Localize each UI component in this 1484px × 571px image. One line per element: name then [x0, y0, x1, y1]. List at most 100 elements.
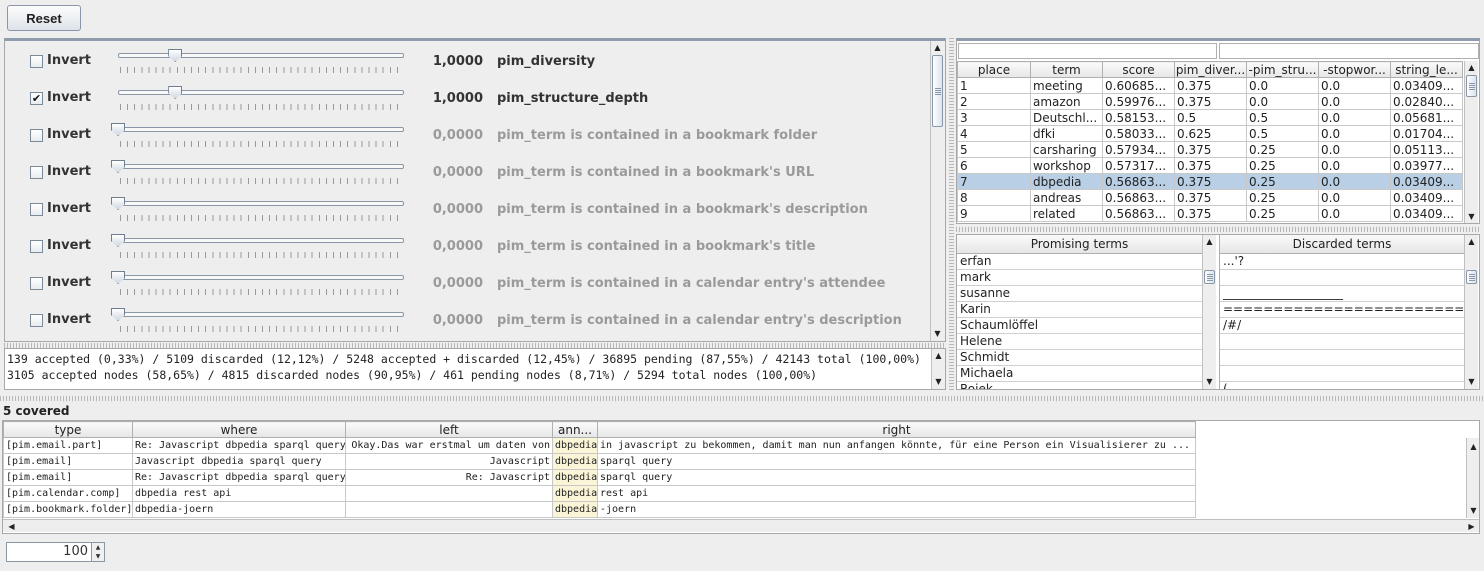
column-header[interactable]: left	[345, 421, 553, 438]
scroll-down-icon[interactable]: ▼	[1467, 504, 1479, 517]
promising-terms-list[interactable]: Promising terms erfan mark susanne Karin Sch…	[957, 235, 1202, 389]
table-row[interactable]: 1 meeting 0.60685... 0.375 0.0 0.0 0.03409...	[957, 77, 1463, 94]
vertical-splitter[interactable]	[949, 38, 954, 390]
table-cell[interactable]: 0.57317...	[1102, 157, 1175, 174]
promising-term-item[interactable]: erfan	[957, 254, 1202, 270]
scroll-thumb[interactable]	[1204, 270, 1215, 284]
scroll-up-icon[interactable]: ▲	[1465, 61, 1478, 74]
table-cell[interactable]: 8	[957, 189, 1031, 206]
table-cell[interactable]: Okay.Das war erstmal um daten von	[345, 437, 553, 454]
invert-checkbox[interactable]	[30, 277, 43, 290]
table-cell[interactable]: [pim.calendar.comp]	[3, 485, 133, 502]
discarded-term-item[interactable]	[1220, 350, 1464, 366]
filter-input-right[interactable]	[1219, 43, 1479, 59]
table-cell[interactable]: dbpedia	[552, 453, 598, 470]
scroll-thumb[interactable]	[1466, 270, 1477, 284]
discarded-term-item[interactable]: (	[1220, 382, 1464, 389]
weight-slider-track[interactable]	[118, 127, 404, 132]
table-row[interactable]: 5 carsharing 0.57934... 0.375 0.25 0.0 0.05113…	[957, 141, 1463, 158]
filter-input-left[interactable]	[958, 43, 1217, 59]
weight-slider-thumb[interactable]	[111, 308, 125, 321]
spinner-down-icon[interactable]: ▼	[92, 552, 104, 561]
table-row[interactable]: 7 dbpedia 0.56863... 0.375 0.25 0.0 0.03409...	[957, 173, 1463, 190]
table-cell[interactable]: 0.59976...	[1102, 93, 1175, 110]
table-cell[interactable]: 0.03977...	[1390, 157, 1463, 174]
scroll-up-icon[interactable]: ▲	[1465, 235, 1478, 248]
table-cell[interactable]: 0.25	[1246, 189, 1319, 206]
spinner-buttons[interactable]: ▲ ▼	[91, 542, 105, 562]
table-cell[interactable]: 0.5	[1246, 125, 1319, 142]
spinner-up-icon[interactable]: ▲	[92, 543, 104, 552]
table-cell[interactable]: 5	[957, 141, 1031, 158]
table-row[interactable]: [pim.email] Re: Javascript dbpedia sparql…	[3, 469, 1196, 486]
table-row[interactable]: 4 dfki 0.58033... 0.625 0.5 0.0 0.01704...	[957, 125, 1463, 142]
invert-checkbox[interactable]	[30, 203, 43, 216]
table-cell[interactable]: 0.5	[1174, 109, 1247, 126]
table-cell[interactable]: 0.25	[1246, 173, 1319, 190]
column-header[interactable]: score	[1102, 61, 1175, 78]
scroll-down-icon[interactable]: ▼	[1465, 210, 1478, 223]
table-cell[interactable]: 9	[957, 205, 1031, 222]
weight-slider-track[interactable]	[118, 201, 404, 206]
table-cell[interactable]: 0.375	[1174, 173, 1247, 190]
table-cell[interactable]	[345, 485, 553, 502]
discarded-term-item[interactable]	[1220, 366, 1464, 382]
weight-slider-thumb[interactable]	[168, 86, 183, 99]
table-cell[interactable]: Re: Javascript	[345, 469, 553, 486]
table-cell[interactable]: [pim.bookmark.folder]	[3, 501, 133, 518]
table-cell[interactable]: 0.625	[1174, 125, 1247, 142]
table-cell[interactable]: 0.03409...	[1390, 205, 1463, 222]
column-header[interactable]: ann...	[552, 421, 598, 438]
table-cell[interactable]: 0.0	[1318, 77, 1391, 94]
table-cell[interactable]: 0.60685...	[1102, 77, 1175, 94]
weight-slider-track[interactable]	[118, 238, 404, 243]
table-cell[interactable]: dbpedia	[552, 501, 598, 518]
table-cell[interactable]: workshop	[1030, 157, 1103, 174]
invert-checkbox[interactable]	[30, 240, 43, 253]
table-cell[interactable]: Re: Javascript dbpedia sparql query	[132, 469, 346, 486]
ranking-scrollbar[interactable]: ▲ ▼	[1464, 61, 1478, 223]
table-cell[interactable]	[345, 501, 553, 518]
table-cell[interactable]: 0.5	[1246, 109, 1319, 126]
table-cell[interactable]: sparql query	[597, 469, 1196, 486]
table-cell[interactable]: 0.0	[1318, 141, 1391, 158]
table-cell[interactable]: 0.05681...	[1390, 109, 1463, 126]
scroll-up-icon[interactable]: ▲	[1467, 440, 1479, 453]
table-cell[interactable]: 0.0	[1318, 157, 1391, 174]
limit-spinner-input[interactable]: 100	[6, 542, 92, 562]
reset-button[interactable]: Reset	[7, 5, 81, 31]
promising-term-item[interactable]: Schmidt	[957, 350, 1202, 366]
scroll-up-icon[interactable]: ▲	[931, 41, 944, 54]
scroll-down-icon[interactable]: ▼	[931, 327, 944, 340]
table-cell[interactable]: 1	[957, 77, 1031, 94]
scroll-up-icon[interactable]: ▲	[932, 349, 945, 362]
invert-checkbox[interactable]: ✔	[30, 92, 43, 105]
table-cell[interactable]: amazon	[1030, 93, 1103, 110]
table-cell[interactable]: 4	[957, 125, 1031, 142]
table-cell[interactable]: dfki	[1030, 125, 1103, 142]
table-cell[interactable]: Deutschl...	[1030, 109, 1103, 126]
table-cell[interactable]: 0.25	[1246, 157, 1319, 174]
column-header[interactable]: place	[957, 61, 1031, 78]
table-row[interactable]: [pim.email.part] Re: Javascript dbpedia s…	[3, 437, 1196, 454]
table-cell[interactable]: 7	[957, 173, 1031, 190]
invert-checkbox[interactable]	[30, 55, 43, 68]
covered-table[interactable]: type where left ann... right [pim.email.part…	[3, 421, 1196, 518]
stats-scrollbar[interactable]: ▲ ▼	[931, 349, 945, 389]
weight-slider-thumb[interactable]	[111, 197, 125, 210]
discarded-term-item[interactable]: =========================	[1220, 302, 1464, 318]
table-cell[interactable]: 0.58033...	[1102, 125, 1175, 142]
weight-slider-thumb[interactable]	[168, 49, 183, 62]
table-cell[interactable]: 0.25	[1246, 205, 1319, 222]
weight-slider-thumb[interactable]	[111, 234, 125, 247]
column-header[interactable]: right	[597, 421, 1196, 438]
table-cell[interactable]: dbpedia	[552, 469, 598, 486]
table-cell[interactable]: 0.375	[1174, 77, 1247, 94]
weight-slider-track[interactable]	[118, 90, 404, 95]
promising-term-item[interactable]: Michaela	[957, 366, 1202, 382]
table-cell[interactable]: 0.05113...	[1390, 141, 1463, 158]
table-row[interactable]: 3 Deutschl... 0.58153... 0.5 0.5 0.0 0.05681..…	[957, 109, 1463, 126]
table-cell[interactable]: 0.03409...	[1390, 77, 1463, 94]
table-cell[interactable]: 0.0	[1246, 93, 1319, 110]
table-cell[interactable]: 0.02840...	[1390, 93, 1463, 110]
